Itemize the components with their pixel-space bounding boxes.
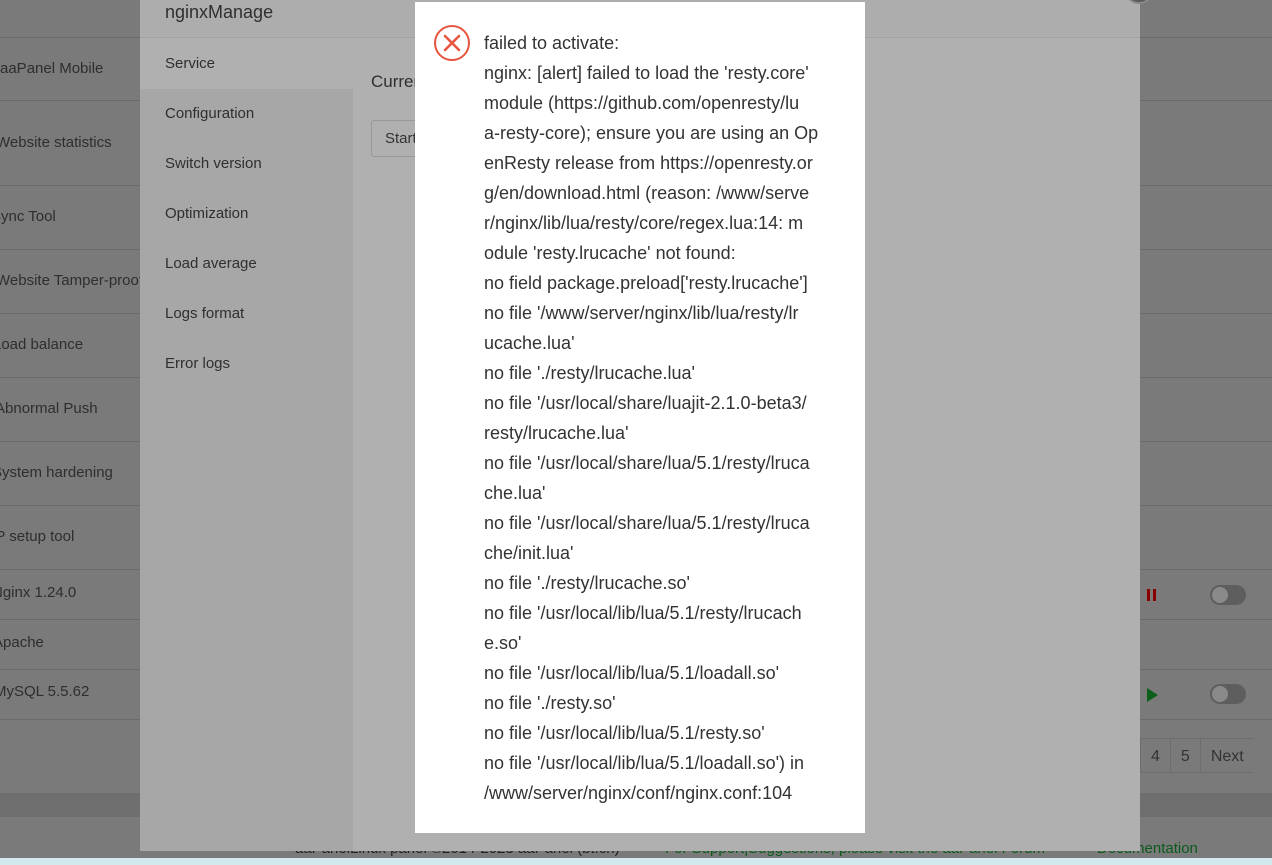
error-message-line: che/init.lua' xyxy=(484,543,574,563)
error-message-line: no file '/www/server/nginx/lib/lua/resty… xyxy=(484,303,799,323)
taskbar-strip xyxy=(0,858,1272,865)
error-message-line: che.lua' xyxy=(484,483,546,503)
error-message-line: module (https://github.com/openresty/lu xyxy=(484,93,800,113)
error-message-line: /www/server/nginx/conf/nginx.conf:104 xyxy=(484,783,793,803)
error-message-line: no file './resty.so' xyxy=(484,693,616,713)
page-4[interactable]: 4 xyxy=(1140,739,1170,772)
error-message-line: g/en/download.html (reason: /www/serve xyxy=(484,183,810,203)
error-circle-x-icon xyxy=(434,25,470,61)
toggle-switch[interactable] xyxy=(1210,585,1246,605)
error-message: failed to activate: nginx: [alert] failed… xyxy=(484,28,818,808)
error-message-line: nginx: [alert] failed to load the 'resty… xyxy=(484,63,809,83)
tab-optimization[interactable]: Optimization xyxy=(140,189,353,239)
error-message-line: e.so' xyxy=(484,633,522,653)
error-message-line: r/nginx/lib/lua/resty/core/regex.lua:14:… xyxy=(484,213,804,233)
error-message-line: enResty release from https://openresty.o… xyxy=(484,153,813,173)
pagination: 4 5 Next xyxy=(1140,738,1254,773)
error-message-line: no file './resty/lrucache.so' xyxy=(484,573,690,593)
dialog-sidebar: Service Configuration Switch version Opt… xyxy=(140,39,353,851)
error-message-line: no file './resty/lrucache.lua' xyxy=(484,363,695,383)
error-message-line: odule 'resty.lrucache' not found: xyxy=(484,243,736,263)
toggle-switch[interactable] xyxy=(1210,684,1246,704)
error-message-line: no file '/usr/local/lib/lua/5.1/resty/lr… xyxy=(484,603,802,623)
tab-load-average[interactable]: Load average xyxy=(140,239,353,289)
tab-switch-version[interactable]: Switch version xyxy=(140,139,353,189)
pause-icon[interactable] xyxy=(1147,589,1156,601)
error-message-line: no file '/usr/local/lib/lua/5.1/resty.so… xyxy=(484,723,765,743)
error-message-line: no file '/usr/local/lib/lua/5.1/loadall.… xyxy=(484,753,805,773)
error-message-line: no file '/usr/local/share/lua/5.1/resty/… xyxy=(484,513,810,533)
error-message-line: ucache.lua' xyxy=(484,333,575,353)
error-message-line: no field package.preload['resty.lrucache… xyxy=(484,273,808,293)
page-5[interactable]: 5 xyxy=(1169,739,1200,772)
error-message-line: no file '/usr/local/share/luajit-2.1.0-b… xyxy=(484,393,807,413)
tab-logs-format[interactable]: Logs format xyxy=(140,289,353,339)
error-message-line: no file '/usr/local/share/lua/5.1/resty/… xyxy=(484,453,810,473)
error-message-line: resty/lrucache.lua' xyxy=(484,423,629,443)
tab-service[interactable]: Service xyxy=(140,39,353,89)
error-alert: failed to activate: nginx: [alert] failed… xyxy=(415,2,865,833)
tab-configuration[interactable]: Configuration xyxy=(140,89,353,139)
error-message-line: failed to activate: xyxy=(484,33,620,53)
error-message-line: no file '/usr/local/lib/lua/5.1/loadall.… xyxy=(484,663,780,683)
play-icon[interactable] xyxy=(1147,688,1158,702)
tab-error-logs[interactable]: Error logs xyxy=(140,339,353,389)
next-page[interactable]: Next xyxy=(1199,739,1254,772)
error-message-line: a-resty-core); ensure you are using an O… xyxy=(484,123,819,143)
